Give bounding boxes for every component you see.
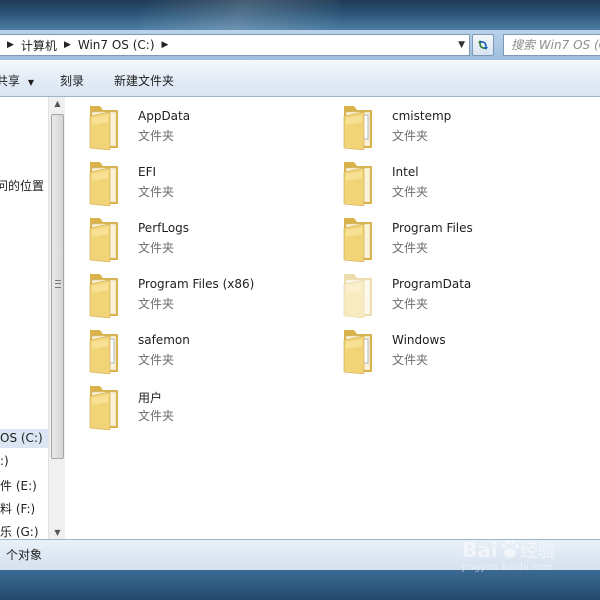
glass-reflection (140, 0, 340, 30)
command-toolbar: 共享 ▼ 刻录 新建文件夹 (0, 60, 600, 97)
breadcrumb-arrow-icon[interactable]: ▶ (64, 40, 71, 50)
file-name: AppData (138, 109, 191, 123)
file-item[interactable]: Intel 文件夹 (342, 158, 582, 208)
file-item[interactable]: 用户 文件夹 (88, 382, 328, 432)
nav-item-label: OS (C:) (0, 431, 43, 445)
burn-button[interactable]: 刻录 (60, 72, 84, 89)
file-type: 文件夹 (392, 297, 429, 311)
file-name: ProgramData (392, 277, 472, 291)
file-item[interactable]: EFI 文件夹 (88, 158, 328, 208)
folder-icon (88, 102, 124, 151)
folder-with-document-icon (342, 326, 378, 375)
file-name: Intel (392, 165, 419, 179)
nav-item-recent-places[interactable]: 问的位置 (0, 177, 44, 194)
scroll-thumb[interactable] (51, 114, 64, 459)
file-name: cmistemp (392, 109, 452, 123)
file-item[interactable]: Program Files 文件夹 (342, 214, 582, 264)
file-name: PerfLogs (138, 221, 190, 235)
file-list: AppData 文件夹 cmistemp 文件夹 EFI 文件夹 Intel 文件夹 PerfL… (66, 97, 600, 539)
watermark: Bai 经验 jingyan.baidu.com (462, 535, 594, 577)
breadcrumb-arrow-icon[interactable]: ▶ (7, 40, 14, 50)
address-row: ▶ 计算机 ▶ Win7 OS (C:) ▶ ▼ 搜索 Win7 OS (C:) (0, 30, 600, 60)
breadcrumb-drive-c[interactable]: Win7 OS (C:) (78, 38, 155, 52)
file-name: 用户 (138, 391, 163, 405)
navigation-pane: 问的位置 OS (C:) :) 件 (E:) 料 (F:) 乐 (G:) (0, 97, 48, 539)
file-item[interactable]: ProgramData 文件夹 (342, 270, 582, 320)
folder-icon (342, 158, 378, 207)
chevron-down-icon: ▼ (27, 78, 34, 87)
file-type: 文件夹 (138, 297, 175, 311)
address-bar[interactable]: ▶ 计算机 ▶ Win7 OS (C:) ▶ ▼ (0, 34, 470, 56)
breadcrumb-arrow-icon[interactable]: ▶ (162, 40, 169, 50)
nav-scrollbar[interactable]: ▲ ▼ (48, 97, 65, 539)
folder-with-document-icon (88, 326, 124, 375)
file-type: 文件夹 (392, 129, 429, 143)
window-frame-top (0, 0, 600, 30)
svg-text:经验: 经验 (520, 541, 556, 562)
grip-icon (55, 280, 61, 288)
file-item[interactable]: Windows 文件夹 (342, 326, 582, 376)
file-item[interactable]: PerfLogs 文件夹 (88, 214, 328, 264)
file-item[interactable]: AppData 文件夹 (88, 102, 328, 152)
file-item[interactable]: cmistemp 文件夹 (342, 102, 582, 152)
file-type: 文件夹 (392, 353, 429, 367)
file-type: 文件夹 (138, 353, 175, 367)
chevron-down-icon[interactable]: ▼ (458, 40, 465, 50)
file-name: Program Files (x86) (138, 277, 255, 291)
folder-icon (88, 270, 124, 319)
new-folder-button[interactable]: 新建文件夹 (114, 72, 174, 89)
file-type: 文件夹 (138, 185, 175, 199)
file-type: 文件夹 (392, 185, 429, 199)
scroll-up-icon[interactable]: ▲ (49, 99, 66, 108)
file-name: EFI (138, 165, 157, 179)
file-type: 文件夹 (392, 241, 429, 255)
share-button[interactable]: 共享 ▼ (0, 72, 34, 89)
share-label: 共享 (0, 74, 21, 88)
folder-with-document-icon (342, 102, 378, 151)
nav-item-drive-f[interactable]: 料 (F:) (0, 500, 35, 517)
file-item[interactable]: Program Files (x86) 文件夹 (88, 270, 328, 320)
folder-icon (88, 214, 124, 263)
baidu-logo-icon: Bai 经验 (462, 538, 556, 562)
folder-icon (342, 214, 378, 263)
hidden-folder-icon (342, 270, 378, 319)
file-type: 文件夹 (138, 129, 175, 143)
file-item[interactable]: safemon 文件夹 (88, 326, 328, 376)
folder-icon (88, 382, 124, 431)
refresh-button[interactable] (472, 34, 494, 56)
breadcrumb-computer[interactable]: 计算机 (21, 37, 57, 54)
svg-text:Bai: Bai (462, 538, 498, 562)
search-input[interactable]: 搜索 Win7 OS (C:) (503, 34, 600, 56)
nav-item-drive-d[interactable]: :) (0, 454, 9, 468)
nav-item-drive-g[interactable]: 乐 (G:) (0, 523, 39, 539)
folder-icon (88, 158, 124, 207)
status-item-count: 个对象 (6, 548, 43, 562)
refresh-icon (478, 40, 488, 50)
file-type: 文件夹 (138, 409, 175, 423)
file-type: 文件夹 (138, 241, 175, 255)
file-name: Windows (392, 333, 446, 347)
file-name: safemon (138, 333, 190, 347)
scroll-down-icon[interactable]: ▼ (49, 528, 66, 537)
nav-item-drive-c[interactable]: OS (C:) (0, 429, 48, 448)
watermark-url: jingyan.baidu.com (462, 563, 554, 573)
nav-item-drive-e[interactable]: 件 (E:) (0, 477, 37, 494)
file-name: Program Files (392, 221, 473, 235)
